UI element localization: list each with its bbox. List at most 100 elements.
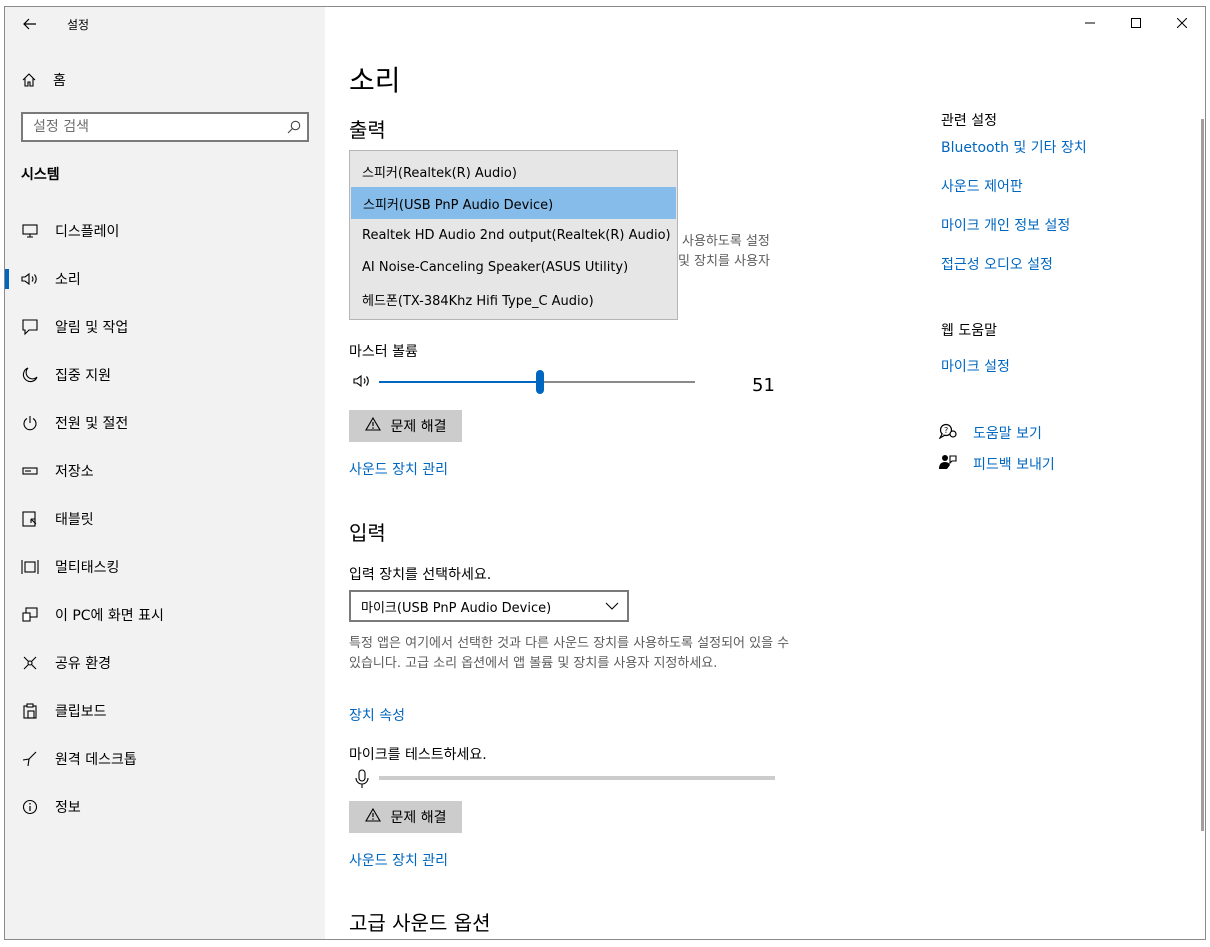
troubleshoot-label: 문제 해결 (390, 810, 447, 826)
sidebar-item-sound[interactable]: 소리 (5, 255, 325, 303)
sidebar-item-project[interactable]: 이 PC에 화면 표시 (5, 591, 325, 639)
volume-slider[interactable] (379, 370, 695, 394)
sidebar-item-multitasking[interactable]: 멀티태스킹 (5, 543, 325, 591)
share-icon (21, 654, 39, 672)
volume-slider-fill (379, 381, 540, 383)
output-help-text-partial-1: 사용하도록 설정 (682, 234, 770, 249)
search-input[interactable] (23, 114, 263, 140)
dropdown-option[interactable]: 헤드폰(TX-384Khz Hifi Type_C Audio) (350, 283, 677, 315)
volume-value: 51 (752, 375, 775, 396)
maximize-button[interactable] (1113, 7, 1159, 39)
output-manage-devices-link[interactable]: 사운드 장치 관리 (349, 459, 448, 479)
sidebar-item-label: 집중 지원 (55, 368, 111, 384)
sidebar-item-focus-assist[interactable]: 집중 지원 (5, 351, 325, 399)
storage-icon (21, 462, 39, 480)
sound-control-panel-link[interactable]: 사운드 제어판 (941, 176, 1023, 196)
sidebar-item-label: 디스플레이 (55, 224, 120, 240)
minimize-button[interactable] (1067, 7, 1113, 39)
master-volume-label: 마스터 볼륨 (349, 344, 418, 360)
close-button[interactable] (1159, 7, 1205, 39)
mic-test-label: 마이크를 테스트하세요. (349, 747, 487, 763)
sidebar-item-clipboard[interactable]: 클립보드 (5, 687, 325, 735)
input-device-select[interactable]: 마이크(USB PnP Audio Device) (349, 590, 629, 622)
close-icon (1177, 18, 1187, 28)
sidebar-section-title: 시스템 (21, 167, 60, 183)
project-icon (21, 606, 39, 624)
sidebar-item-label: 전원 및 절전 (55, 416, 129, 432)
input-device-selected-value: 마이크(USB PnP Audio Device) (361, 600, 552, 616)
output-help-text-partial-2: 및 장치를 사용자 (678, 254, 770, 269)
get-help-link[interactable]: 도움말 보기 (973, 423, 1042, 443)
device-properties-link[interactable]: 장치 속성 (349, 705, 405, 725)
microphone-icon (355, 769, 369, 793)
sidebar-item-label: 알림 및 작업 (55, 320, 129, 336)
scrollbar[interactable] (1201, 119, 1204, 831)
home-link[interactable]: 홈 (21, 69, 66, 91)
input-select-label: 입력 장치를 선택하세요. (349, 567, 492, 583)
dropdown-option[interactable]: 스피커(Realtek(R) Audio) (350, 155, 677, 187)
accessibility-audio-link[interactable]: 접근성 오디오 설정 (941, 254, 1053, 274)
multitasking-icon (21, 558, 39, 576)
sidebar-item-display[interactable]: 디스플레이 (5, 207, 325, 255)
main-content: 소리 출력 스피커(Realtek(R) Audio) 스피커(USB PnP … (325, 7, 1205, 939)
warning-icon (364, 416, 381, 435)
sidebar-item-notifications[interactable]: 알림 및 작업 (5, 303, 325, 351)
output-heading: 출력 (349, 118, 386, 142)
web-help-heading: 웹 도움말 (941, 323, 997, 339)
dropdown-option[interactable]: Realtek HD Audio 2nd output(Realtek(R) A… (350, 219, 677, 251)
mic-privacy-link[interactable]: 마이크 개인 정보 설정 (941, 215, 1070, 235)
dropdown-option-selected[interactable]: 스피커(USB PnP Audio Device) (351, 187, 676, 219)
sidebar-item-label: 정보 (55, 800, 81, 816)
speaker-icon (21, 270, 39, 288)
window-controls (1067, 7, 1205, 39)
minimize-icon (1085, 22, 1095, 24)
back-button[interactable] (19, 13, 41, 35)
power-icon (21, 414, 39, 432)
search-box[interactable] (21, 112, 309, 142)
page-title: 소리 (349, 64, 401, 97)
sidebar-item-label: 멀티태스킹 (55, 560, 120, 576)
settings-window: 설정 홈 시스템 디스플레이 소리 알림 및 작업 (4, 6, 1206, 940)
output-troubleshoot-button[interactable]: 문제 해결 (349, 410, 462, 442)
help-chat-icon: ? (938, 423, 957, 443)
clipboard-icon (21, 702, 39, 720)
sidebar: 설정 홈 시스템 디스플레이 소리 알림 및 작업 (5, 7, 325, 939)
sidebar-item-label: 원격 데스크톱 (55, 752, 137, 768)
sidebar-item-label: 태블릿 (55, 512, 94, 528)
back-arrow-icon (23, 18, 36, 30)
sidebar-item-share[interactable]: 공유 환경 (5, 639, 325, 687)
input-troubleshoot-button[interactable]: 문제 해결 (349, 801, 462, 833)
sidebar-item-about[interactable]: 정보 (5, 783, 325, 831)
send-feedback-link[interactable]: 피드백 보내기 (973, 454, 1055, 474)
sidebar-item-tablet[interactable]: 태블릿 (5, 495, 325, 543)
volume-icon[interactable] (353, 373, 371, 392)
moon-icon (21, 366, 39, 384)
sidebar-item-label: 소리 (55, 272, 81, 288)
sidebar-item-label: 클립보드 (55, 704, 107, 720)
bluetooth-devices-link[interactable]: Bluetooth 및 기타 장치 (941, 137, 1087, 157)
dropdown-option[interactable]: AI Noise-Canceling Speaker(ASUS Utility) (350, 251, 677, 283)
chevron-down-icon (605, 599, 619, 617)
info-icon (21, 798, 39, 816)
input-help-text: 특정 앱은 여기에서 선택한 것과 다른 사운드 장치를 사용하도록 설정되어 … (349, 636, 790, 671)
maximize-icon (1131, 18, 1141, 28)
sidebar-item-storage[interactable]: 저장소 (5, 447, 325, 495)
related-settings-heading: 관련 설정 (941, 113, 997, 129)
warning-icon (364, 807, 381, 826)
monitor-icon (21, 222, 39, 240)
svg-text:?: ? (944, 426, 948, 435)
app-title: 설정 (67, 18, 90, 32)
input-manage-devices-link[interactable]: 사운드 장치 관리 (349, 850, 448, 870)
sidebar-nav: 디스플레이 소리 알림 및 작업 집중 지원 전원 및 절전 저장소 태블릿 멀… (5, 207, 325, 831)
sidebar-item-power[interactable]: 전원 및 절전 (5, 399, 325, 447)
sidebar-item-remote-desktop[interactable]: 원격 데스크톱 (5, 735, 325, 783)
advanced-sound-heading: 고급 사운드 옵션 (349, 911, 491, 935)
volume-slider-thumb[interactable] (536, 370, 544, 394)
mic-setup-link[interactable]: 마이크 설정 (941, 356, 1010, 376)
sidebar-item-label: 이 PC에 화면 표시 (55, 608, 164, 624)
tablet-icon (21, 510, 39, 528)
output-device-dropdown-list[interactable]: 스피커(Realtek(R) Audio) 스피커(USB PnP Audio … (349, 150, 678, 320)
home-label: 홈 (53, 73, 66, 89)
search-icon[interactable] (287, 119, 301, 138)
troubleshoot-label: 문제 해결 (390, 419, 447, 435)
